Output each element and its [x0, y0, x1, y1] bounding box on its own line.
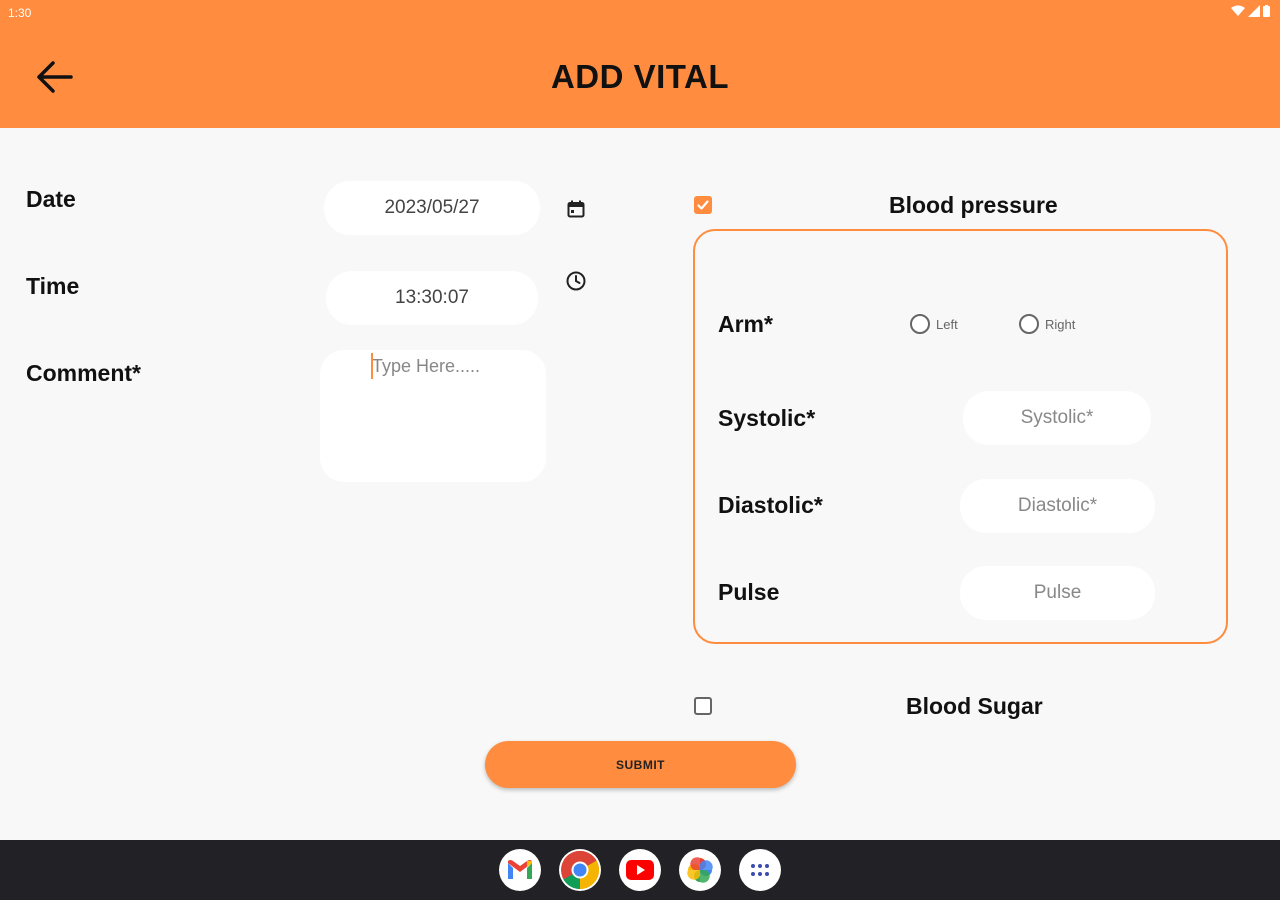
systolic-input[interactable]	[963, 391, 1151, 445]
wifi-icon	[1231, 5, 1245, 16]
battery-icon	[1263, 5, 1270, 17]
clock-button[interactable]	[564, 269, 588, 293]
system-nav-bar	[0, 840, 1280, 900]
time-field[interactable]	[326, 271, 538, 325]
gmail-app[interactable]	[499, 849, 541, 891]
signal-icon	[1248, 5, 1260, 17]
date-label: Date	[26, 186, 76, 212]
app-drawer-icon	[751, 864, 769, 876]
arm-right-label: Right	[1045, 316, 1076, 332]
diastolic-label: Diastolic*	[718, 492, 823, 518]
page-title: ADD VITAL	[550, 58, 730, 95]
systolic-label: Systolic*	[718, 405, 816, 431]
arm-left-radio[interactable]: Left	[910, 314, 958, 334]
status-time: 1:30	[8, 6, 32, 20]
text-cursor	[371, 353, 373, 379]
youtube-icon	[626, 860, 654, 880]
gmail-icon	[508, 860, 532, 879]
blood-pressure-title: Blood pressure	[889, 192, 1058, 218]
calendar-icon	[567, 200, 585, 218]
clock-icon	[566, 271, 586, 291]
status-icons	[1231, 5, 1270, 17]
arm-label: Arm*	[718, 311, 773, 337]
time-label: Time	[26, 273, 80, 299]
blood-sugar-title: Blood Sugar	[906, 693, 1043, 719]
radio-circle	[1019, 314, 1039, 334]
blood-pressure-checkbox[interactable]	[694, 196, 712, 214]
arm-right-radio[interactable]: Right	[1019, 314, 1075, 334]
app-bar: 1:30 ADD VITAL	[0, 0, 1280, 128]
pulse-input[interactable]	[960, 566, 1155, 620]
chrome-app[interactable]	[559, 849, 601, 891]
arm-left-label: Left	[936, 316, 958, 332]
calendar-button[interactable]	[564, 197, 588, 221]
comment-label: Comment*	[26, 360, 142, 386]
check-icon	[697, 200, 709, 210]
date-field[interactable]	[324, 181, 540, 235]
photos-icon	[687, 857, 713, 883]
radio-circle	[910, 314, 930, 334]
diastolic-input[interactable]	[960, 479, 1155, 533]
blood-sugar-checkbox[interactable]	[694, 697, 712, 715]
app-drawer-button[interactable]	[739, 849, 781, 891]
pulse-label: Pulse	[718, 579, 780, 605]
comment-input[interactable]	[320, 350, 546, 482]
youtube-app[interactable]	[619, 849, 661, 891]
chrome-icon	[561, 850, 600, 890]
submit-button[interactable]: SUBMIT	[485, 741, 796, 788]
photos-app[interactable]	[679, 849, 721, 891]
